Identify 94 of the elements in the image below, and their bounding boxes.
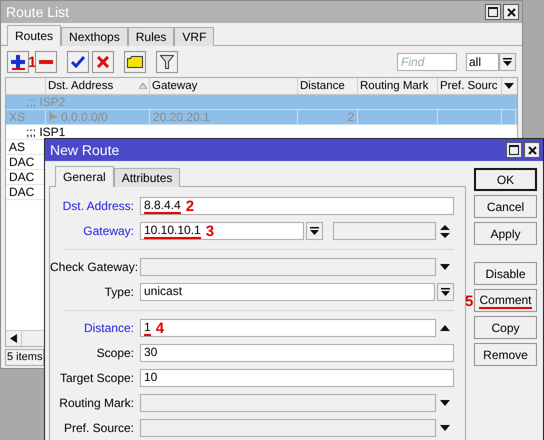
flag-icon xyxy=(49,112,58,122)
input-field[interactable]: 30 xyxy=(140,344,454,362)
column-header[interactable]: Routing Mark xyxy=(358,78,438,94)
dialog-button[interactable]: Disable xyxy=(474,262,537,285)
annotation-number: 3 xyxy=(206,224,214,238)
tab[interactable]: VRF xyxy=(174,27,214,46)
dropdown-icon xyxy=(310,226,319,236)
column-header[interactable]: Distance xyxy=(298,78,358,94)
close-button[interactable] xyxy=(503,4,519,20)
dialog-button[interactable]: Copy xyxy=(474,316,537,339)
column-header[interactable]: Gateway xyxy=(150,78,298,94)
close-icon xyxy=(506,8,516,16)
filter-icon xyxy=(160,55,174,69)
tab[interactable]: Nexthops xyxy=(61,27,128,46)
add-icon xyxy=(11,55,25,69)
comment-button[interactable] xyxy=(124,51,146,73)
select-field[interactable] xyxy=(140,419,436,437)
flags-cell: AS xyxy=(9,140,26,154)
sort-icon xyxy=(139,83,147,89)
up-arrow-icon[interactable] xyxy=(440,325,450,331)
gateway-cell: 20.20.20.1 xyxy=(153,110,210,124)
field-label: Dst. Address: xyxy=(62,199,134,213)
field-label: Scope: xyxy=(96,346,134,360)
column-header[interactable]: Pref. Sourc xyxy=(438,78,502,94)
flags-cell: DAC xyxy=(9,170,34,184)
flags-cell: DAC xyxy=(9,185,34,199)
input-field[interactable]: 10 xyxy=(140,369,454,387)
distance-cell: 2 xyxy=(347,110,354,124)
field-label: Distance: xyxy=(82,321,134,335)
field-value: 30 xyxy=(144,345,158,361)
input-field[interactable]: 10.10.10.1 3 xyxy=(140,222,304,240)
filter-button[interactable] xyxy=(156,51,178,73)
check-icon xyxy=(71,56,86,68)
dialog-button[interactable]: Apply xyxy=(474,222,537,245)
maximize-icon xyxy=(509,145,519,155)
dropdown-button[interactable] xyxy=(437,283,454,301)
cross-icon xyxy=(97,56,110,68)
annotation-number: 2 xyxy=(186,198,194,214)
find-field[interactable]: Find xyxy=(397,53,457,71)
field-label: Routing Mark: xyxy=(58,396,134,410)
remove-icon xyxy=(39,60,54,64)
select-field[interactable] xyxy=(140,394,436,412)
tab[interactable]: Attributes xyxy=(114,168,180,187)
maximize-icon xyxy=(488,7,498,17)
column-header[interactable]: Dst. Address xyxy=(46,78,150,94)
tab[interactable]: Routes xyxy=(7,25,62,46)
down-arrow-icon[interactable] xyxy=(440,400,450,406)
tab[interactable]: Rules xyxy=(128,27,174,46)
field-value: 10.10.10.1 xyxy=(144,223,201,239)
remove-button[interactable] xyxy=(35,51,58,73)
tab[interactable]: General xyxy=(55,166,114,187)
status-text: 5 items xyxy=(5,349,44,366)
input-field[interactable] xyxy=(333,222,436,240)
field-label: Type: xyxy=(104,285,134,299)
down-arrow-icon[interactable] xyxy=(440,264,450,270)
dropdown-button[interactable] xyxy=(306,222,323,240)
filter-select[interactable]: all xyxy=(466,53,499,71)
field-value: 10 xyxy=(144,370,158,386)
field-value: 1 xyxy=(144,320,151,336)
address-cell: 0.0.0.0/0 xyxy=(61,110,108,124)
annotation-number: 1 xyxy=(28,54,36,70)
dialog-button[interactable]: OK xyxy=(474,168,537,191)
annotation-underline xyxy=(12,68,25,70)
select-field[interactable] xyxy=(140,258,436,276)
field-label: Gateway: xyxy=(82,224,134,238)
add-button[interactable] xyxy=(7,51,29,73)
window-title: Route List xyxy=(6,4,70,20)
up-down-arrow-icon[interactable] xyxy=(440,224,450,238)
field-label: Target Scope: xyxy=(58,371,134,385)
flags-cell: XS xyxy=(9,110,26,124)
annotation-number: 5 xyxy=(465,294,474,309)
field-label: Pref. Source: xyxy=(62,421,134,435)
dropdown-icon xyxy=(441,288,450,296)
down-arrow-icon[interactable] xyxy=(504,83,514,89)
flags-cell: DAC xyxy=(9,155,34,169)
maximize-button[interactable] xyxy=(506,142,522,158)
disable-button[interactable] xyxy=(92,51,114,73)
input-field[interactable]: 8.8.4.4 2 xyxy=(140,197,454,215)
close-button[interactable] xyxy=(524,142,540,158)
down-arrow-icon[interactable] xyxy=(440,425,450,431)
close-icon xyxy=(528,146,536,154)
dialog-button[interactable]: Remove xyxy=(474,343,537,366)
annotation-number: 4 xyxy=(156,320,164,336)
enable-button[interactable] xyxy=(67,51,90,73)
left-arrow-icon xyxy=(10,334,17,343)
field-value: 8.8.4.4 xyxy=(144,198,181,214)
input-field[interactable]: 1 4 xyxy=(140,319,436,337)
maximize-button[interactable] xyxy=(485,4,501,20)
dropdown-icon xyxy=(503,58,512,66)
dropdown-button[interactable] xyxy=(499,53,516,71)
input-field[interactable]: unicast xyxy=(140,283,435,301)
dialog-button[interactable]: Cancel xyxy=(474,195,537,218)
field-value: unicast xyxy=(144,284,182,300)
window-title: New Route xyxy=(50,142,120,158)
